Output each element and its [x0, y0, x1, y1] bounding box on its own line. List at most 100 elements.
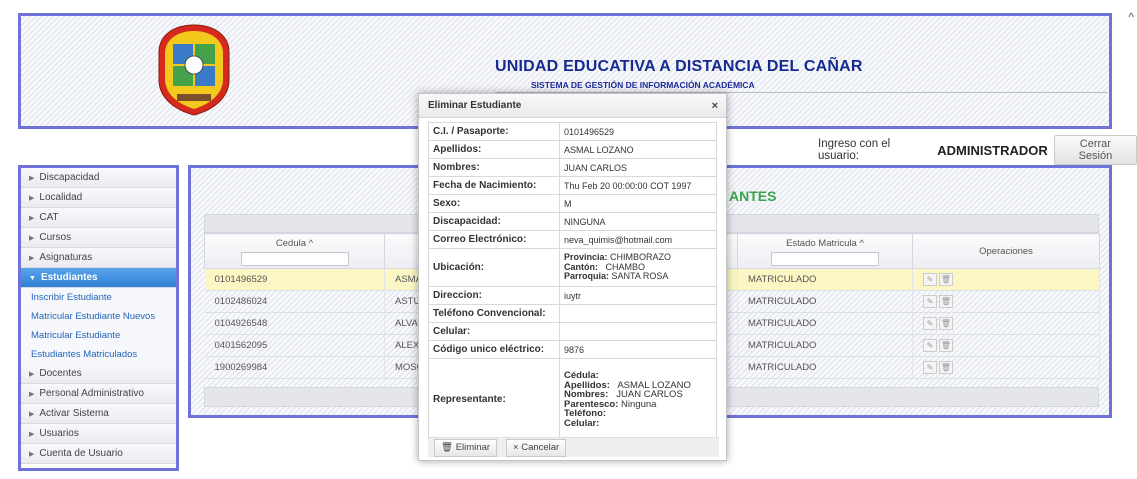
detail-row: Apellidos: ASMAL LOZANO — [428, 140, 717, 159]
trash-icon: 🗑 — [441, 442, 454, 453]
filter-input[interactable] — [240, 252, 349, 266]
detail-row: Correo Electrónico: neva_quimis@hotmail.… — [428, 230, 717, 249]
detail-row: Código unico eléctrico: 9876 — [428, 340, 717, 359]
sidebar-subitem-inscribir[interactable]: Inscribir Estudiante — [21, 288, 176, 307]
caret-right-icon: ▶ — [29, 431, 35, 438]
page-subtitle: SISTEMA DE GESTIÓN DE INFORMACIÓN ACADÉM… — [531, 80, 755, 90]
detail-value: 0101496529 — [559, 122, 717, 141]
detail-value: NINGUNA — [559, 212, 717, 231]
detail-label: Ubicación: — [428, 248, 560, 287]
sidebar-item-localidad[interactable]: ▶ Localidad — [21, 188, 176, 208]
caret-down-icon: ▼ — [29, 275, 36, 282]
sidebar-item-label: CAT — [39, 212, 59, 223]
detail-label: Sexo: — [428, 194, 560, 213]
dialog-body: C.I. / Pasaporte: 0101496529 Apellidos: … — [419, 118, 726, 441]
sidebar-item-asignaturas[interactable]: ▶ Asignaturas — [21, 248, 176, 268]
pencil-icon[interactable]: ✎ — [923, 317, 937, 330]
close-icon: × — [513, 442, 519, 453]
parroquia-label: Parroquia: — [564, 271, 610, 282]
caret-right-icon: ▶ — [29, 411, 35, 418]
cell-estado: MATRICULADO — [737, 290, 913, 313]
detail-row: Fecha de Nacimiento: Thu Feb 20 00:00:00… — [428, 176, 717, 195]
sidebar-item-docentes[interactable]: ▶ Docentes — [21, 364, 176, 384]
column-header-estado[interactable]: Estado Matricula ^ — [737, 233, 913, 269]
provincia-value: CHIMBORAZO — [610, 252, 672, 263]
student-detail-table: C.I. / Pasaporte: 0101496529 Apellidos: … — [428, 122, 717, 441]
detail-row: Sexo: M — [428, 194, 717, 213]
trash-icon[interactable]: 🗑 — [939, 339, 953, 352]
sidebar-subitem-matricular-nuevos[interactable]: Matricular Estudiante Nuevos — [21, 307, 176, 326]
sidebar-item-cat[interactable]: ▶ CAT — [21, 208, 176, 228]
column-header-operaciones: Operaciones — [912, 233, 1100, 269]
sidebar-item-estudiantes[interactable]: ▼ Estudiantes — [21, 268, 176, 288]
sidebar-item-label: Localidad — [39, 192, 83, 203]
sidebar-item-discapacidad[interactable]: ▶ Discapacidad — [21, 168, 176, 188]
column-header-cedula[interactable]: Cedula ^ — [204, 233, 385, 269]
detail-row: Nombres: JUAN CARLOS — [428, 158, 717, 177]
dialog-title: Eliminar Estudiante — [428, 100, 522, 111]
detail-row: C.I. / Pasaporte: 0101496529 — [428, 122, 717, 141]
sidebar-item-label: Docentes — [39, 368, 82, 379]
detail-value-representante: Cédula: Apellidos: ASMAL LOZANO Nombres:… — [559, 358, 717, 441]
trash-icon[interactable]: 🗑 — [939, 361, 953, 374]
username: ADMINISTRADOR — [937, 142, 1048, 158]
scroll-up-icon[interactable]: ^ — [1128, 10, 1134, 24]
detail-value: JUAN CARLOS — [559, 158, 717, 177]
detail-label: C.I. / Pasaporte: — [428, 122, 560, 141]
sidebar-item-label: Asignaturas — [39, 252, 93, 263]
sidebar-item-cuenta-usuario[interactable]: ▶ Cuenta de Usuario — [21, 444, 176, 464]
detail-value — [559, 304, 717, 323]
pencil-icon[interactable]: ✎ — [923, 339, 937, 352]
detail-row: Representante: Cédula: Apellidos: ASMAL … — [428, 358, 717, 441]
school-logo — [158, 24, 230, 116]
detail-label: Discapacidad: — [428, 212, 560, 231]
cell-cedula: 0401562095 — [204, 334, 385, 357]
detail-label: Apellidos: — [428, 140, 560, 159]
trash-icon[interactable]: 🗑 — [939, 317, 953, 330]
detail-value: M — [559, 194, 717, 213]
cell-operaciones: ✎ 🗑 — [912, 356, 1100, 379]
user-bar: Ingreso con el usuario: ADMINISTRADOR Ce… — [818, 135, 1137, 165]
cell-operaciones: ✎ 🗑 — [912, 268, 1100, 291]
sidebar-item-activar-sistema[interactable]: ▶ Activar Sistema — [21, 404, 176, 424]
cell-estado: MATRICULADO — [737, 268, 913, 291]
caret-right-icon: ▶ — [29, 371, 35, 378]
detail-value — [559, 322, 717, 341]
sidebar-subitem-matricular[interactable]: Matricular Estudiante — [21, 326, 176, 345]
sidebar-item-label: Cursos — [39, 232, 72, 243]
cancel-button-label: Cancelar — [521, 442, 560, 453]
detail-row: Direccion: iuytr — [428, 286, 717, 305]
detail-value: ASMAL LOZANO — [559, 140, 717, 159]
sidebar-subitem-matriculados[interactable]: Estudiantes Matriculados — [21, 345, 176, 364]
column-label: Estado Matricula ^ — [786, 238, 864, 249]
detail-row: Ubicación: Provincia: CHIMBORAZO Cantón:… — [428, 248, 717, 287]
sidebar-menu: ▶ Discapacidad ▶ Localidad ▶ CAT ▶ Cursos ▶ A… — [18, 165, 179, 471]
detail-row: Discapacidad: NINGUNA — [428, 212, 717, 231]
filter-input[interactable] — [771, 252, 879, 266]
cell-estado: MATRICULADO — [737, 334, 913, 357]
cancel-button[interactable]: × Cancelar — [506, 439, 567, 457]
delete-button[interactable]: 🗑 Eliminar — [434, 439, 498, 457]
cell-operaciones: ✎ 🗑 — [912, 334, 1100, 357]
close-icon[interactable]: × — [712, 94, 718, 118]
user-label: Ingreso con el usuario: — [818, 138, 891, 162]
pencil-icon[interactable]: ✎ — [923, 295, 937, 308]
sidebar-item-cursos[interactable]: ▶ Cursos — [21, 228, 176, 248]
sidebar-item-label: Personal Administrativo — [39, 388, 144, 399]
trash-icon[interactable]: 🗑 — [939, 295, 953, 308]
page-title: UNIDAD EDUCATIVA A DISTANCIA DEL CAÑAR — [495, 58, 863, 75]
cell-operaciones: ✎ 🗑 — [912, 312, 1100, 335]
cell-estado: MATRICULADO — [737, 356, 913, 379]
caret-right-icon: ▶ — [29, 235, 35, 242]
sidebar-item-personal-administrativo[interactable]: ▶ Personal Administrativo — [21, 384, 176, 404]
pencil-icon[interactable]: ✎ — [923, 361, 937, 374]
canton-value: CHAMBO — [605, 261, 646, 272]
cell-operaciones: ✎ 🗑 — [912, 290, 1100, 313]
caret-right-icon: ▶ — [29, 215, 35, 222]
detail-value: Thu Feb 20 00:00:00 COT 1997 — [559, 176, 717, 195]
logout-button[interactable]: Cerrar Sesión — [1053, 135, 1137, 165]
sidebar-item-usuarios[interactable]: ▶ Usuarios — [21, 424, 176, 444]
pencil-icon[interactable]: ✎ — [923, 273, 937, 286]
delete-student-dialog: Eliminar Estudiante × C.I. / Pasaporte: … — [418, 93, 727, 461]
trash-icon[interactable]: 🗑 — [939, 273, 953, 286]
